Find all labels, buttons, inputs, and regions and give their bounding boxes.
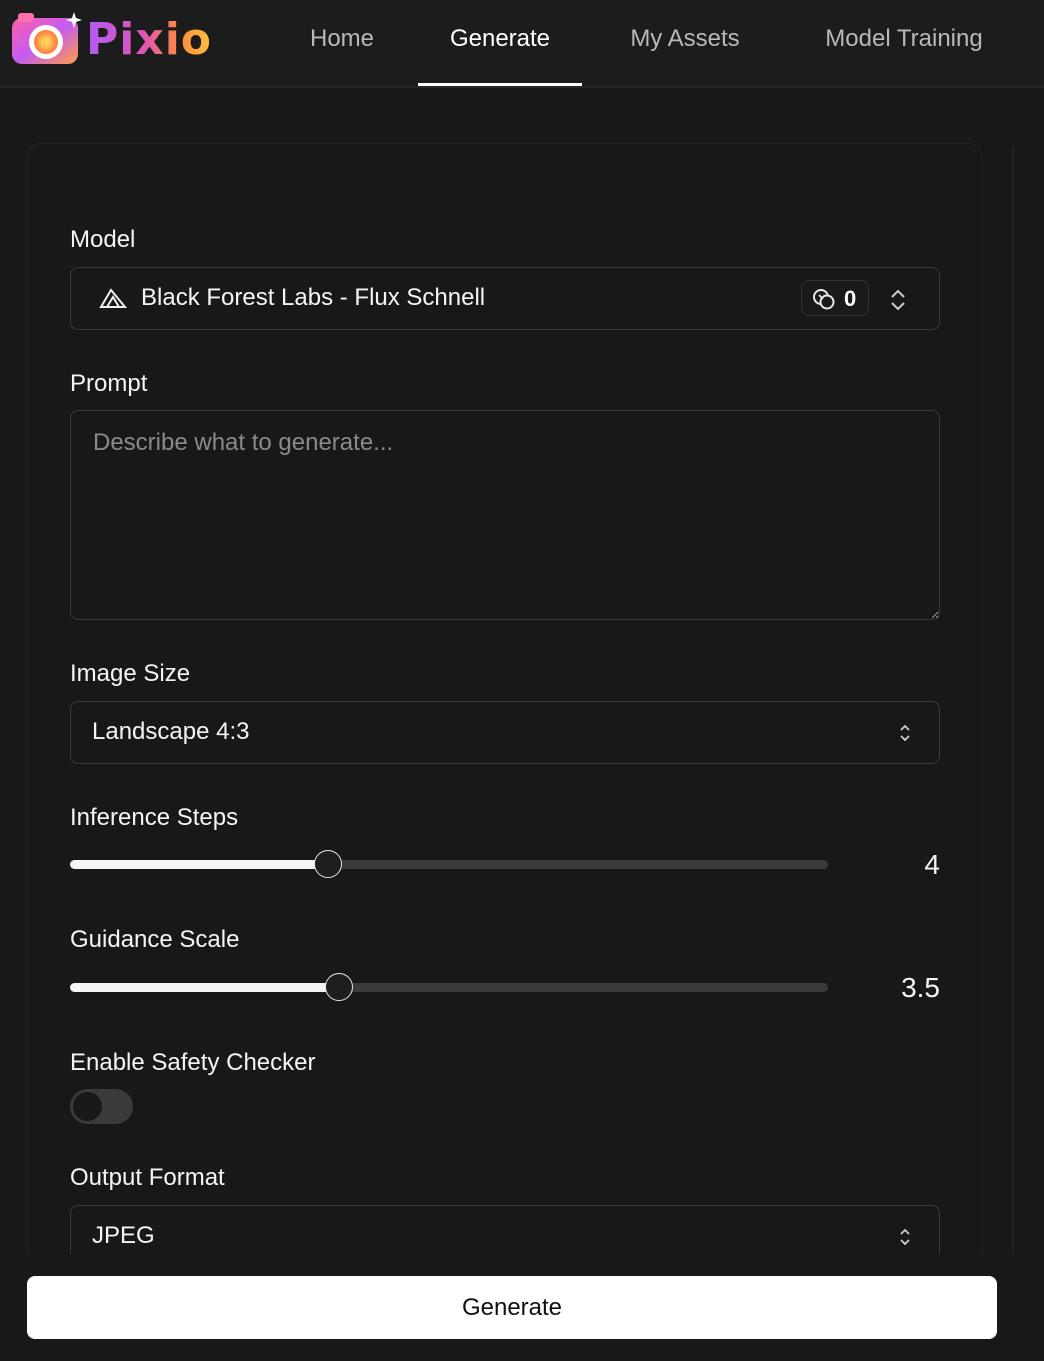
camera-logo-icon [12,10,82,68]
model-select[interactable]: Black Forest Labs - Flux Schnell 0 [70,267,940,330]
slider-fill [70,983,339,992]
brand-logo[interactable]: Pixio [12,10,212,68]
output-format-select-value: JPEG [92,1222,155,1249]
prompt-input[interactable] [70,410,940,620]
credit-cost-value: 0 [844,286,857,311]
slider-fill [70,860,328,869]
slider-thumb[interactable] [325,973,353,1001]
guidance-scale-slider[interactable] [70,973,828,1001]
inference-steps-value: 4 [924,849,940,880]
brand-name: Pixio [86,13,213,65]
model-select-value: Black Forest Labs - Flux Schnell [141,284,486,311]
image-size-select-value: Landscape 4:3 [92,718,250,745]
toggle-knob [73,1092,102,1121]
nav-model-training[interactable]: Model Training [815,0,993,86]
prompt-label: Prompt [70,370,148,397]
nav-generate[interactable]: Generate [418,0,582,86]
safety-checker-toggle[interactable] [70,1089,133,1124]
active-tab-indicator [418,83,582,86]
guidance-scale-label: Guidance Scale [70,926,240,953]
image-size-label: Image Size [70,660,191,687]
inference-steps-slider[interactable] [70,850,828,878]
nav-home[interactable]: Home [307,0,377,86]
nav-my-assets[interactable]: My Assets [622,0,748,86]
inference-steps-label: Inference Steps [70,804,239,831]
generate-button[interactable]: Generate [27,1276,997,1339]
triangle-logo-icon [99,287,128,309]
model-label: Model [70,226,136,253]
slider-thumb[interactable] [314,850,342,878]
side-panel-edge [1012,148,1014,1253]
credit-cost-badge: 0 [801,280,869,316]
image-size-select[interactable]: Landscape 4:3 [70,701,940,764]
top-navigation-bar: Pixio Home Generate My Assets Model Trai… [0,0,1044,88]
coins-icon [812,288,836,310]
chevron-up-down-icon [898,722,912,744]
chevron-up-down-icon [898,1226,912,1248]
safety-checker-label: Enable Safety Checker [70,1049,316,1076]
output-format-label: Output Format [70,1164,225,1191]
chevron-up-down-icon [890,288,906,312]
guidance-scale-value: 3.5 [901,972,940,1003]
